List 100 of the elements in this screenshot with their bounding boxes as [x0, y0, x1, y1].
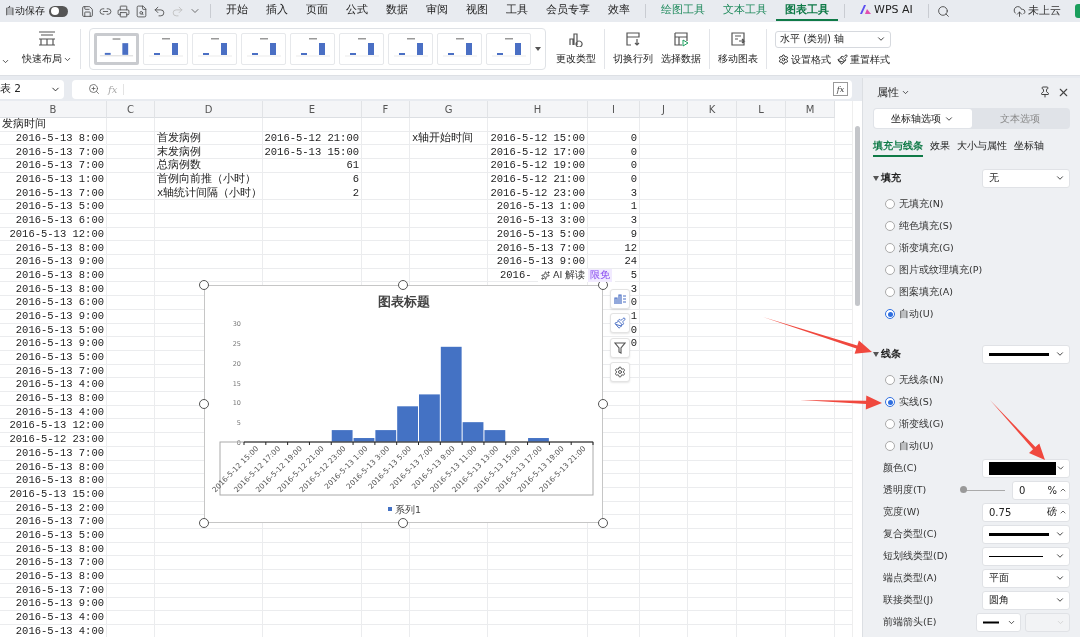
menu-tab[interactable]: 插入: [257, 1, 297, 21]
menu-tab[interactable]: 数据: [377, 1, 417, 21]
print-preview-icon[interactable]: [134, 4, 148, 18]
arrow-type-dropdown[interactable]: [976, 612, 1021, 632]
resize-handle[interactable]: [398, 518, 408, 528]
search-icon[interactable]: [937, 4, 951, 18]
resize-handle[interactable]: [199, 518, 209, 528]
chart-style-thumbnail[interactable]: [143, 32, 188, 65]
caret-icon[interactable]: [1, 57, 10, 66]
chart-style-thumbnail[interactable]: [339, 32, 384, 65]
name-box[interactable]: 表 2: [0, 79, 64, 99]
radio-button[interactable]: [885, 419, 895, 429]
chart-filter-button[interactable]: [610, 338, 630, 358]
panel-subtab[interactable]: 效果: [930, 138, 950, 157]
radio-button[interactable]: [885, 375, 895, 385]
column-header[interactable]: M: [786, 101, 835, 118]
menu-tab[interactable]: 绘图工具: [652, 1, 714, 21]
menu-tab[interactable]: 审阅: [417, 1, 457, 21]
menu-tab[interactable]: 开始: [217, 1, 257, 21]
zoom-icon[interactable]: [88, 83, 100, 95]
chart-style-thumbnail[interactable]: [192, 32, 237, 65]
radio-option[interactable]: 图片或纹理填充(P): [873, 259, 1070, 281]
radio-button[interactable]: [885, 199, 895, 209]
radio-option[interactable]: 自动(U): [873, 303, 1070, 325]
reset-style-button[interactable]: 重置样式: [834, 52, 893, 67]
column-header[interactable]: C: [107, 101, 155, 118]
chart-style-thumbnail[interactable]: [94, 32, 139, 65]
save-icon[interactable]: [80, 4, 94, 18]
radio-button[interactable]: [885, 265, 895, 275]
panel-subtab[interactable]: 大小与属性: [957, 138, 1007, 157]
radio-option[interactable]: 渐变填充(G): [873, 237, 1070, 259]
column-header[interactable]: K: [688, 101, 737, 118]
cloud-status-button[interactable]: 未上云: [1007, 3, 1067, 19]
panel-subtab[interactable]: 坐标轴: [1014, 138, 1044, 157]
number-field[interactable]: 0 %: [1012, 480, 1070, 500]
section-header[interactable]: 填充: [873, 171, 901, 185]
radio-button[interactable]: [885, 441, 895, 451]
chart-element-dropdown[interactable]: 水平 (类别) 轴: [775, 30, 891, 48]
menu-tab[interactable]: WPS AI: [851, 1, 922, 21]
insert-function-button[interactable]: fx: [833, 82, 848, 96]
select-dropdown[interactable]: 平面: [982, 568, 1070, 588]
set-format-button[interactable]: 设置格式: [775, 52, 834, 67]
move-chart-button[interactable]: 移动图表: [714, 29, 762, 68]
chart-style-thumbnail[interactable]: [241, 32, 286, 65]
menu-tab[interactable]: 页面: [297, 1, 337, 21]
autosave-toggle[interactable]: [49, 5, 68, 17]
panel-title[interactable]: 属性: [873, 84, 910, 100]
column-header[interactable]: E: [263, 101, 362, 118]
color-picker[interactable]: [982, 458, 1070, 478]
radio-option[interactable]: 无填充(N): [873, 193, 1070, 215]
menu-tab[interactable]: 公式: [337, 1, 377, 21]
slider-thumb[interactable]: [959, 486, 967, 493]
panel-tab[interactable]: 坐标轴选项: [874, 109, 972, 128]
more-icon[interactable]: [535, 45, 541, 52]
change-type-button[interactable]: 更改类型: [552, 29, 600, 68]
quick-layout-button[interactable]: 快速布局: [18, 29, 76, 68]
resize-handle[interactable]: [598, 399, 608, 409]
switch-row-column-button[interactable]: 切换行列: [609, 29, 657, 68]
resize-handle[interactable]: [398, 280, 408, 290]
resize-handle[interactable]: [598, 518, 608, 528]
chart-style-thumbnail[interactable]: [437, 32, 482, 65]
resize-handle[interactable]: [199, 399, 209, 409]
chart-settings-button[interactable]: [610, 362, 630, 382]
column-header[interactable]: J: [640, 101, 688, 118]
radio-option[interactable]: 纯色填充(S): [873, 215, 1070, 237]
select-dropdown[interactable]: 圆角: [982, 590, 1070, 610]
radio-button[interactable]: [885, 397, 895, 407]
column-header[interactable]: D: [155, 101, 263, 118]
undo-icon[interactable]: [152, 4, 166, 18]
column-header[interactable]: B: [0, 101, 107, 118]
radio-button[interactable]: [885, 287, 895, 297]
radio-button[interactable]: [885, 221, 895, 231]
menu-tab[interactable]: 会员专享: [537, 1, 599, 21]
chart-style-thumbnail[interactable]: [388, 32, 433, 65]
pin-button[interactable]: [1039, 86, 1051, 98]
fill-dropdown[interactable]: 无: [982, 168, 1070, 188]
menu-tab[interactable]: 效率: [599, 1, 639, 21]
dash-type-dropdown[interactable]: [982, 546, 1070, 566]
column-header[interactable]: I: [588, 101, 640, 118]
panel-subtab[interactable]: 填充与线条: [873, 138, 923, 157]
compound-type-dropdown[interactable]: [982, 524, 1070, 544]
scrollbar-thumb[interactable]: [855, 126, 860, 306]
formula-field[interactable]: fx fx: [72, 79, 852, 99]
ai-interpret-button[interactable]: AI 解读 限免: [538, 269, 616, 282]
column-header[interactable]: H: [488, 101, 588, 118]
column-header[interactable]: L: [737, 101, 786, 118]
column-header[interactable]: G: [410, 101, 488, 118]
menu-tab[interactable]: 视图: [457, 1, 497, 21]
column-header[interactable]: F: [362, 101, 410, 118]
radio-option[interactable]: 图案填充(A): [873, 281, 1070, 303]
menu-tab[interactable]: 工具: [497, 1, 537, 21]
resize-handle[interactable]: [199, 280, 209, 290]
print-icon[interactable]: [116, 4, 130, 18]
chart-style-thumbnail[interactable]: [486, 32, 531, 65]
menu-tab[interactable]: 文本工具: [714, 1, 776, 21]
line-style-dropdown[interactable]: [982, 344, 1070, 364]
number-field[interactable]: 0.75 磅: [982, 502, 1070, 522]
chart-style-button[interactable]: [610, 313, 630, 333]
select-data-button[interactable]: 选择数据: [657, 29, 705, 68]
chart-style-thumbnail[interactable]: [290, 32, 335, 65]
